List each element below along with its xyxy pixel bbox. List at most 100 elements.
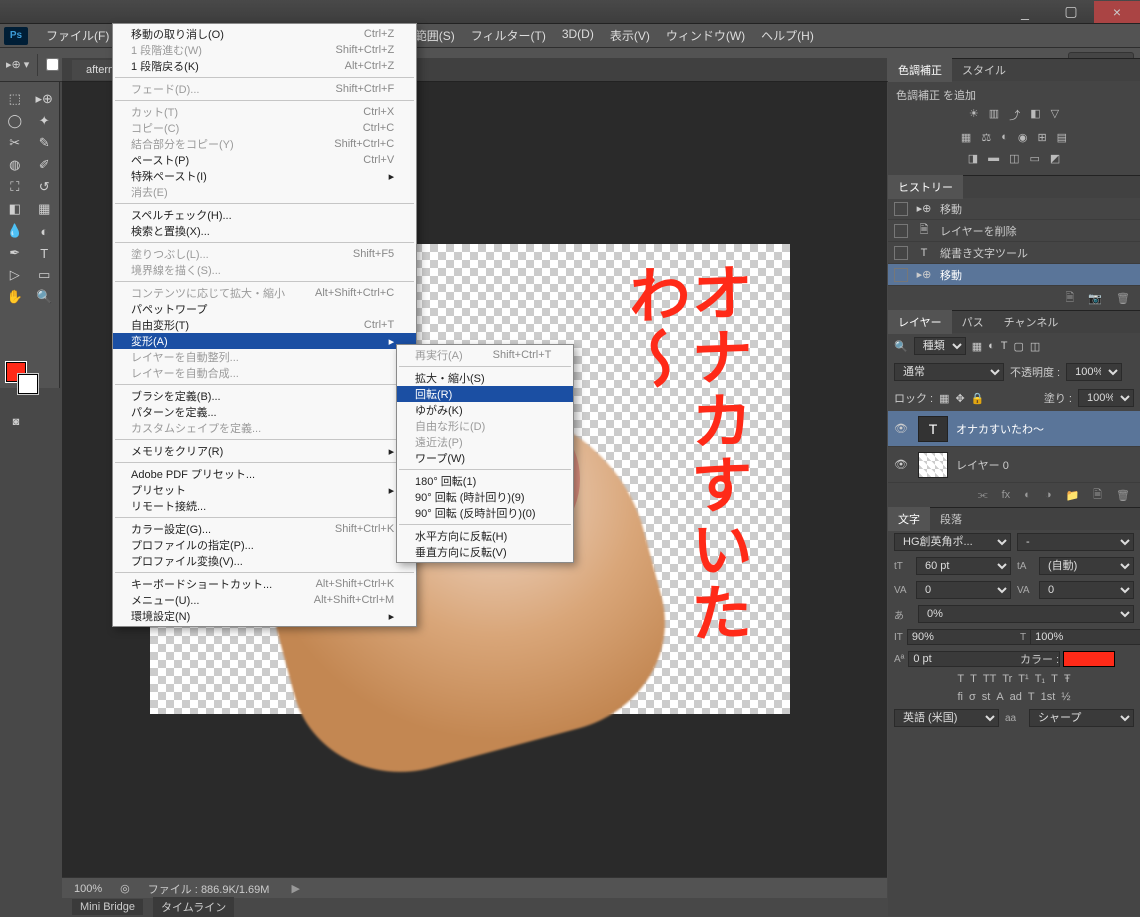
- char-style-button[interactable]: fi: [957, 691, 963, 703]
- lock-position-icon[interactable]: ✥: [956, 392, 965, 405]
- pen-tool-icon[interactable]: ✒: [0, 242, 30, 264]
- char-style-button[interactable]: σ: [969, 691, 976, 703]
- menu-0[interactable]: ファイル(F): [38, 23, 117, 48]
- lock-pixels-icon[interactable]: ▦: [939, 392, 949, 405]
- doc-info-icon[interactable]: ◎: [120, 882, 130, 895]
- font-family-select[interactable]: HG創英角ポ...: [894, 533, 1011, 551]
- char-style-button[interactable]: TT: [983, 673, 996, 685]
- eraser-tool-icon[interactable]: ◧: [0, 198, 30, 220]
- v-scale-input[interactable]: [1030, 629, 1140, 645]
- tab-channels[interactable]: チャンネル: [994, 310, 1069, 334]
- eyedropper-icon[interactable]: ✎: [30, 132, 60, 154]
- layer-row[interactable]: 👁Tオナカすいたわ～: [888, 411, 1140, 447]
- tab-styles[interactable]: スタイル: [952, 58, 1016, 82]
- menu-item[interactable]: キーボードショートカット...Alt+Shift+Ctrl+K: [113, 576, 416, 592]
- history-brush-icon[interactable]: ↺: [30, 176, 60, 198]
- menu-item[interactable]: 検索と置換(X)...: [113, 223, 416, 239]
- char-style-button[interactable]: T: [1028, 691, 1035, 703]
- menu-item[interactable]: 90° 回転 (反時計回り)(0): [397, 505, 573, 521]
- bw-icon[interactable]: ◐: [1001, 131, 1008, 144]
- tsume-select[interactable]: 0%: [918, 605, 1134, 623]
- menu-item[interactable]: 環境設定(N)▸: [113, 608, 416, 624]
- adjustment-layer-icon[interactable]: ◑: [1045, 489, 1052, 501]
- new-document-icon[interactable]: 📷: [1088, 292, 1102, 305]
- char-style-button[interactable]: T: [957, 673, 964, 685]
- blend-mode-select[interactable]: 通常: [894, 363, 1004, 381]
- history-row[interactable]: T縦書き文字ツール: [888, 242, 1140, 264]
- layer-filter-kind[interactable]: 種類: [914, 337, 966, 355]
- layer-style-icon[interactable]: fx: [1002, 489, 1011, 501]
- lasso-tool-icon[interactable]: ◯: [0, 110, 30, 132]
- menu-item[interactable]: プロファイルの指定(P)...: [113, 537, 416, 553]
- new-layer-icon[interactable]: 🗎: [1093, 486, 1102, 505]
- selective-color-icon[interactable]: ◩: [1050, 152, 1060, 165]
- char-style-button[interactable]: Tr: [1002, 673, 1012, 685]
- quickmask-icon[interactable]: ◙: [6, 412, 26, 432]
- menu-item[interactable]: プロファイル変換(V)...: [113, 553, 416, 569]
- brush-tool-icon[interactable]: ✐: [30, 154, 60, 176]
- char-style-button[interactable]: 1st: [1041, 691, 1056, 703]
- brightness-icon[interactable]: ☀: [969, 107, 979, 123]
- menu-item[interactable]: 180° 回転(1): [397, 473, 573, 489]
- magic-wand-icon[interactable]: ✦: [30, 110, 60, 132]
- tab-adjustments[interactable]: 色調補正: [888, 58, 952, 82]
- fill-select[interactable]: 100%: [1078, 389, 1134, 407]
- link-layers-icon[interactable]: ⫘: [978, 489, 988, 502]
- color-lookup-icon[interactable]: ▤: [1057, 131, 1067, 144]
- menu-item[interactable]: パペットワープ: [113, 301, 416, 317]
- char-style-button[interactable]: T₁: [1035, 673, 1045, 685]
- path-select-icon[interactable]: ▷: [0, 264, 30, 286]
- crop-tool-icon[interactable]: ✂: [0, 132, 30, 154]
- menu-item[interactable]: 変形(A)▸: [113, 333, 416, 349]
- hand-tool-icon[interactable]: ✋: [0, 286, 30, 308]
- text-color-swatch[interactable]: [1063, 651, 1115, 667]
- healing-brush-icon[interactable]: ◍: [0, 154, 30, 176]
- menu-item[interactable]: 90° 回転 (時計回り)(9): [397, 489, 573, 505]
- char-style-button[interactable]: A: [996, 691, 1003, 703]
- menu-item[interactable]: メニュー(U)...Alt+Shift+Ctrl+M: [113, 592, 416, 608]
- shape-tool-icon[interactable]: ▭: [30, 264, 60, 286]
- menu-item[interactable]: リモート接続...: [113, 498, 416, 514]
- gradient-map-icon[interactable]: ▭: [1030, 152, 1040, 165]
- filter-shape-icon[interactable]: ▢: [1014, 340, 1024, 353]
- char-style-button[interactable]: T: [970, 673, 977, 685]
- new-snapshot-icon[interactable]: 🗎: [1065, 289, 1074, 308]
- lock-all-icon[interactable]: 🔒: [971, 392, 985, 405]
- leading-select[interactable]: (自動): [1039, 557, 1134, 575]
- menu-7[interactable]: 3D(D): [554, 23, 602, 48]
- zoom-tool-icon[interactable]: 🔍: [30, 286, 60, 308]
- menu-item[interactable]: スペルチェック(H)...: [113, 207, 416, 223]
- menu-item[interactable]: 特殊ペースト(I)▸: [113, 168, 416, 184]
- char-style-button[interactable]: ad: [1010, 691, 1022, 703]
- filter-adjust-icon[interactable]: ◐: [988, 340, 995, 352]
- font-style-select[interactable]: -: [1017, 533, 1134, 551]
- vertical-text-layer[interactable]: オナカすいたわ〜: [622, 260, 746, 716]
- stamp-tool-icon[interactable]: ⛶: [0, 176, 30, 198]
- menu-item[interactable]: ゆがみ(K): [397, 402, 573, 418]
- char-style-button[interactable]: st: [982, 691, 991, 703]
- menu-item[interactable]: メモリをクリア(R)▸: [113, 443, 416, 459]
- menu-item[interactable]: 1 段階戻る(K)Alt+Ctrl+Z: [113, 58, 416, 74]
- auto-select-checkbox[interactable]: [46, 58, 59, 71]
- background-color-swatch[interactable]: [18, 374, 38, 394]
- type-tool-icon[interactable]: T: [30, 242, 60, 264]
- menu-item[interactable]: パターンを定義...: [113, 404, 416, 420]
- window-maximize-button[interactable]: ▢: [1048, 1, 1094, 23]
- layer-row[interactable]: 👁レイヤー 0: [888, 447, 1140, 483]
- filter-pixel-icon[interactable]: ▦: [972, 340, 982, 353]
- menu-item[interactable]: 垂直方向に反転(V): [397, 544, 573, 560]
- menu-item[interactable]: Adobe PDF プリセット...: [113, 466, 416, 482]
- menu-item[interactable]: 移動の取り消し(O)Ctrl+Z: [113, 26, 416, 42]
- curves-icon[interactable]: ⤴: [1009, 107, 1020, 123]
- opacity-select[interactable]: 100%: [1066, 363, 1122, 381]
- threshold-icon[interactable]: ◫: [1009, 152, 1019, 165]
- char-style-button[interactable]: T¹: [1018, 673, 1028, 685]
- history-row[interactable]: ▸⊕移動: [888, 198, 1140, 220]
- char-style-button[interactable]: T: [1051, 673, 1058, 685]
- menu-item[interactable]: プリセット▸: [113, 482, 416, 498]
- group-icon[interactable]: 📁: [1065, 489, 1079, 502]
- status-menu-icon[interactable]: ▶: [291, 882, 299, 895]
- layer-mask-icon[interactable]: ◐: [1024, 489, 1031, 501]
- visibility-icon[interactable]: 👁: [894, 458, 910, 471]
- posterize-icon[interactable]: ▬: [988, 152, 999, 165]
